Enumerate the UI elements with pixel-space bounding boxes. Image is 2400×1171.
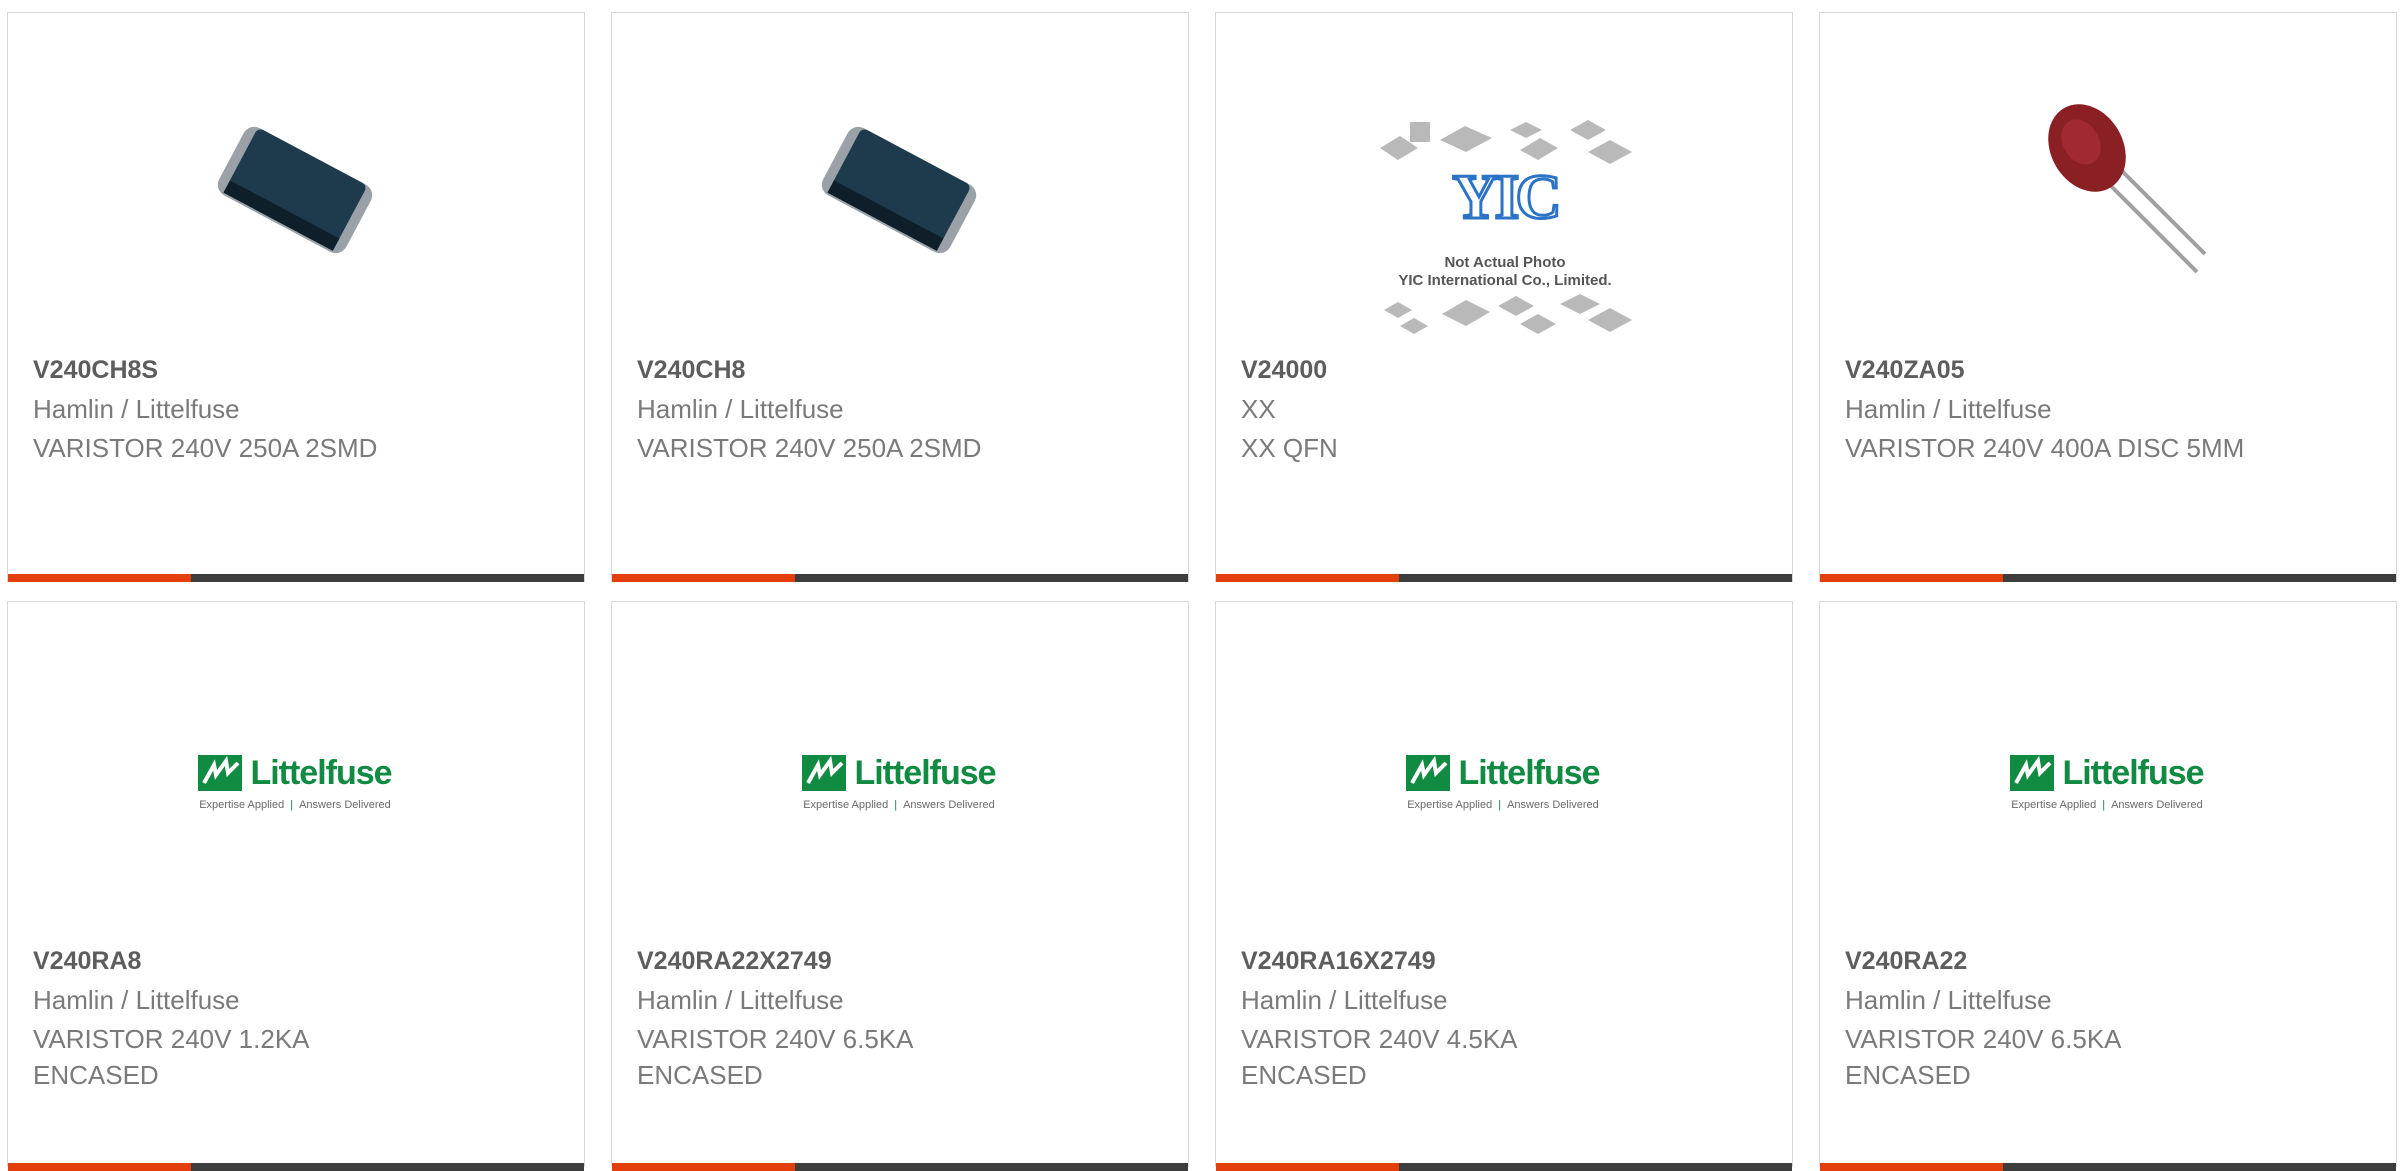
disc-varistor-image — [2048, 104, 2207, 274]
card-bottom-bar — [1820, 1163, 2396, 1171]
littelfuse-tagline: Expertise Applied | Answers Delivered — [2011, 798, 2203, 811]
description: VARISTOR 240V 6.5KA ENCASED — [1845, 1024, 2121, 1090]
product-card[interactable]: V240ZA05 Hamlin / Littelfuse VARISTOR 24… — [1819, 12, 2397, 582]
smd-chip-image — [821, 126, 977, 254]
manufacturer: XX — [1241, 394, 1276, 424]
card-accent-bar — [1216, 574, 1399, 582]
description: VARISTOR 240V 250A 2SMD — [33, 433, 378, 463]
smd-chip-image — [217, 126, 373, 254]
product-image[interactable]: Littelfuse Expertise Applied | Answers Del… — [1402, 682, 1604, 882]
yic-logo: YIC — [1451, 160, 1563, 234]
littelfuse-logo: Littelfuse Expertise Applied | Answers Del… — [2010, 753, 2205, 811]
littelfuse-logo: Littelfuse Expertise Applied | Answers Del… — [198, 753, 393, 811]
littelfuse-wordmark: Littelfuse — [1458, 753, 1600, 792]
description: VARISTOR 240V 250A 2SMD — [637, 433, 982, 463]
product-image[interactable] — [194, 85, 396, 295]
littelfuse-mark-icon — [1406, 755, 1451, 791]
product-image[interactable] — [2006, 85, 2208, 295]
product-card[interactable]: Littelfuse Expertise Applied | Answers Del… — [611, 601, 1189, 1171]
product-card[interactable]: YIC Not Actual Photo YIC International C… — [1215, 12, 1793, 582]
product-card[interactable]: Littelfuse Expertise Applied | Answers Del… — [7, 601, 585, 1171]
description: XX QFN — [1241, 433, 1338, 463]
manufacturer: Hamlin / Littelfuse — [33, 394, 240, 424]
littelfuse-wordmark: Littelfuse — [854, 753, 996, 792]
card-bottom-bar — [612, 1163, 1188, 1171]
manufacturer: Hamlin / Littelfuse — [1845, 394, 2052, 424]
littelfuse-mark-icon — [198, 755, 243, 791]
manufacturer: Hamlin / Littelfuse — [637, 985, 844, 1015]
product-image[interactable]: Littelfuse Expertise Applied | Answers Del… — [798, 682, 1000, 882]
part-number[interactable]: V240RA22 — [1845, 947, 1967, 976]
part-number[interactable]: V240CH8S — [33, 356, 158, 385]
product-image[interactable]: Littelfuse Expertise Applied | Answers Del… — [2006, 682, 2208, 882]
card-bottom-bar — [612, 574, 1188, 582]
card-bottom-bar — [8, 574, 584, 582]
littelfuse-tagline: Expertise Applied | Answers Delivered — [803, 798, 995, 811]
manufacturer: Hamlin / Littelfuse — [637, 394, 844, 424]
part-number[interactable]: V240ZA05 — [1845, 356, 1965, 385]
littelfuse-wordmark: Littelfuse — [2062, 753, 2204, 792]
part-number[interactable]: V240RA22X2749 — [637, 947, 832, 976]
manufacturer: Hamlin / Littelfuse — [1241, 985, 1448, 1015]
description: VARISTOR 240V 1.2KA ENCASED — [33, 1024, 309, 1090]
manufacturer: Hamlin / Littelfuse — [33, 985, 240, 1015]
product-card[interactable]: V240CH8 Hamlin / Littelfuse VARISTOR 240… — [611, 12, 1189, 582]
card-accent-bar — [612, 1163, 795, 1171]
description: VARISTOR 240V 6.5KA ENCASED — [637, 1024, 913, 1090]
product-image[interactable]: YIC Not Actual Photo YIC International C… — [1370, 103, 1640, 353]
product-image[interactable]: Littelfuse Expertise Applied | Answers Del… — [194, 682, 396, 882]
card-bottom-bar — [1820, 574, 2396, 582]
manufacturer: Hamlin / Littelfuse — [1845, 985, 2052, 1015]
littelfuse-tagline: Expertise Applied | Answers Delivered — [1407, 798, 1599, 811]
littelfuse-mark-icon — [802, 755, 847, 791]
description: VARISTOR 240V 400A DISC 5MM — [1845, 433, 2245, 463]
card-bottom-bar — [1216, 574, 1792, 582]
yic-placeholder-image: YIC Not Actual Photo YIC International C… — [1370, 108, 1640, 348]
littelfuse-logo: Littelfuse Expertise Applied | Answers Del… — [1406, 753, 1601, 811]
card-bottom-bar — [1216, 1163, 1792, 1171]
part-number[interactable]: V24000 — [1241, 356, 1327, 385]
part-number[interactable]: V240RA8 — [33, 947, 141, 976]
part-number[interactable]: V240CH8 — [637, 356, 745, 385]
product-card[interactable]: V240CH8S Hamlin / Littelfuse VARISTOR 24… — [7, 12, 585, 582]
card-accent-bar — [1820, 574, 2003, 582]
product-card[interactable]: Littelfuse Expertise Applied | Answers Del… — [1215, 601, 1793, 1171]
description: VARISTOR 240V 4.5KA ENCASED — [1241, 1024, 1517, 1090]
part-number[interactable]: V240RA16X2749 — [1241, 947, 1436, 976]
littelfuse-logo: Littelfuse Expertise Applied | Answers Del… — [802, 753, 997, 811]
littelfuse-tagline: Expertise Applied | Answers Delivered — [199, 798, 391, 811]
product-card[interactable]: Littelfuse Expertise Applied | Answers Del… — [1819, 601, 2397, 1171]
card-accent-bar — [1820, 1163, 2003, 1171]
littelfuse-wordmark: Littelfuse — [250, 753, 392, 792]
product-grid: V240CH8S Hamlin / Littelfuse VARISTOR 24… — [0, 0, 2400, 1171]
card-bottom-bar — [8, 1163, 584, 1171]
placeholder-note: Not Actual Photo — [1444, 254, 1566, 271]
card-accent-bar — [612, 574, 795, 582]
card-accent-bar — [1216, 1163, 1399, 1171]
card-accent-bar — [8, 1163, 191, 1171]
littelfuse-mark-icon — [2010, 755, 2055, 791]
product-image[interactable] — [798, 85, 1000, 295]
card-accent-bar — [8, 574, 191, 582]
placeholder-company: YIC International Co., Limited. — [1398, 272, 1612, 289]
